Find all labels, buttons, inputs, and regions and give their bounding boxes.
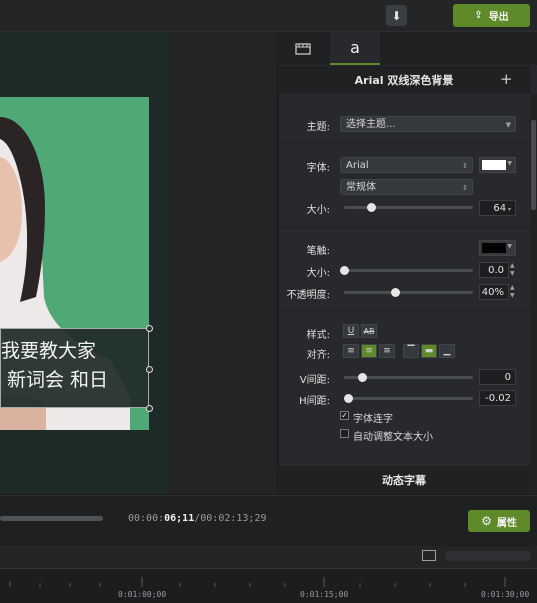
hspace-knob[interactable] <box>344 394 353 403</box>
strikethrough-icon[interactable]: AB <box>361 324 377 338</box>
updown-icon[interactable]: ▾ <box>506 206 511 213</box>
vspace-knob[interactable] <box>358 373 367 382</box>
divider <box>278 310 530 311</box>
share-export-icon: ⇪ <box>474 10 483 21</box>
font-color-picker[interactable]: ▼ <box>479 157 516 173</box>
playback-progress[interactable] <box>0 516 103 521</box>
opacity-stepper[interactable]: ▲ ▼ <box>510 284 515 300</box>
opacity-slider[interactable] <box>344 291 473 294</box>
vspace-label: V间距: <box>299 375 330 386</box>
tab-text-label: a <box>350 38 360 57</box>
stroke-color-swatch <box>482 243 506 253</box>
theme-select[interactable]: 选择主题... ▼ <box>340 116 516 132</box>
updown-icon: ⇕ <box>462 184 468 192</box>
stroke-size-input[interactable]: 0.0 <box>479 262 509 278</box>
ruler-ticks <box>9 577 506 587</box>
updown-icon: ⇕ <box>462 162 468 170</box>
caption-line-1: 我要教大家 <box>1 340 97 362</box>
chevron-down-icon: ▼ <box>507 243 512 250</box>
font-family-select[interactable]: Arial ⇕ <box>340 157 473 173</box>
caption-line-2: 新词会 和日 <box>7 369 109 391</box>
size-input[interactable]: 64 ▾ <box>479 200 516 216</box>
ligature-label: 字体连字 <box>353 414 393 425</box>
font-value: Arial <box>346 160 369 171</box>
timeline-zoom-track[interactable] <box>446 551 530 561</box>
export-label: 导出 <box>488 12 509 23</box>
stroke-size-knob[interactable] <box>340 266 349 275</box>
gear-icon: ⚙ <box>481 514 492 528</box>
ruler-mark-2: 0:01:15;00 <box>300 590 349 599</box>
ruler-mark-3: 0:01:30;00 <box>481 590 530 599</box>
resize-handle-top-right[interactable] <box>146 325 153 332</box>
align-right-icon[interactable]: ≡ <box>379 344 395 358</box>
style-label: 样式: <box>306 330 330 341</box>
resize-handle-right[interactable] <box>146 366 153 373</box>
size-value: 64 <box>493 203 507 214</box>
size-slider[interactable] <box>344 206 473 209</box>
opacity-knob[interactable] <box>391 288 400 297</box>
time-total: /00:02:13;29 <box>194 513 267 524</box>
download-icon: ⬇ <box>391 8 402 23</box>
film-icon <box>295 42 311 55</box>
detach-window-icon[interactable] <box>422 550 436 561</box>
canvas-margin <box>168 32 277 494</box>
stroke-size-label: 大小: <box>306 268 330 279</box>
divider <box>278 227 530 228</box>
valign-middle-icon[interactable]: ▬ <box>421 344 437 358</box>
chevron-down-icon: ▼ <box>507 160 512 167</box>
ruler-mark-1: 0:01:00;00 <box>118 590 167 599</box>
timeline-ruler[interactable] <box>0 569 537 600</box>
valign-bottom-icon[interactable]: ▁ <box>439 344 455 358</box>
chevron-down-icon: ▼ <box>505 121 511 129</box>
theme-value: 选择主题... <box>346 119 396 130</box>
stroke-size-stepper[interactable]: ▲ ▼ <box>510 262 515 278</box>
stroke-color-picker[interactable]: ▼ <box>479 240 516 256</box>
properties-button[interactable]: ⚙ 属性 <box>468 510 530 532</box>
divider <box>278 142 530 143</box>
panel-scrollbar-thumb[interactable] <box>531 120 536 210</box>
hspace-label: H间距: <box>299 396 330 407</box>
time-readout: 00:00:06;11/00:02:13;29 <box>128 513 266 524</box>
size-label: 大小: <box>306 205 330 216</box>
size-slider-knob[interactable] <box>367 203 376 212</box>
autosize-checkbox[interactable] <box>340 429 349 438</box>
properties-label: 属性 <box>496 517 517 529</box>
hspace-input[interactable]: -0.02 <box>479 390 516 406</box>
animated-caption-header[interactable]: 动态字幕 <box>278 466 530 494</box>
underline-icon[interactable]: U <box>343 324 359 338</box>
time-prefix: 00:00: <box>128 513 165 524</box>
align-center-icon[interactable]: ≡ <box>361 344 377 358</box>
tab-media[interactable] <box>278 32 328 65</box>
time-current: 06;11 <box>164 513 195 524</box>
stroke-label: 笔触: <box>306 246 330 257</box>
resize-handle-bottom-right[interactable] <box>146 405 153 412</box>
font-color-swatch <box>482 160 506 170</box>
font-style-value: 常规体 <box>346 182 376 193</box>
hspace-slider[interactable] <box>344 397 473 400</box>
opacity-label: 不透明度: <box>286 290 330 301</box>
opacity-input[interactable]: 40% <box>479 284 509 300</box>
font-label: 字体: <box>306 163 330 174</box>
vspace-input[interactable]: 0 <box>479 369 516 385</box>
panel-tabs: a <box>278 32 537 65</box>
stroke-size-slider[interactable] <box>344 269 473 272</box>
valign-top-icon[interactable]: ▔ <box>403 344 419 358</box>
add-preset-icon[interactable]: + <box>500 70 513 88</box>
align-left-icon[interactable]: ≡ <box>343 344 359 358</box>
theme-label: 主题: <box>306 122 330 133</box>
font-style-select[interactable]: 常规体 ⇕ <box>340 179 473 195</box>
align-label: 对齐: <box>306 350 330 361</box>
autosize-label: 自动调整文本大小 <box>353 432 433 443</box>
export-button[interactable]: ⇪ 导出 <box>453 4 530 27</box>
caption-box[interactable]: 我要教大家 新词会 和日 <box>0 328 149 408</box>
panel-title: Arial 双线深色背景 <box>278 66 530 93</box>
ligature-checkbox[interactable]: ✓ <box>340 411 349 420</box>
tab-text[interactable]: a <box>330 32 380 65</box>
download-button[interactable]: ⬇ <box>386 5 407 26</box>
